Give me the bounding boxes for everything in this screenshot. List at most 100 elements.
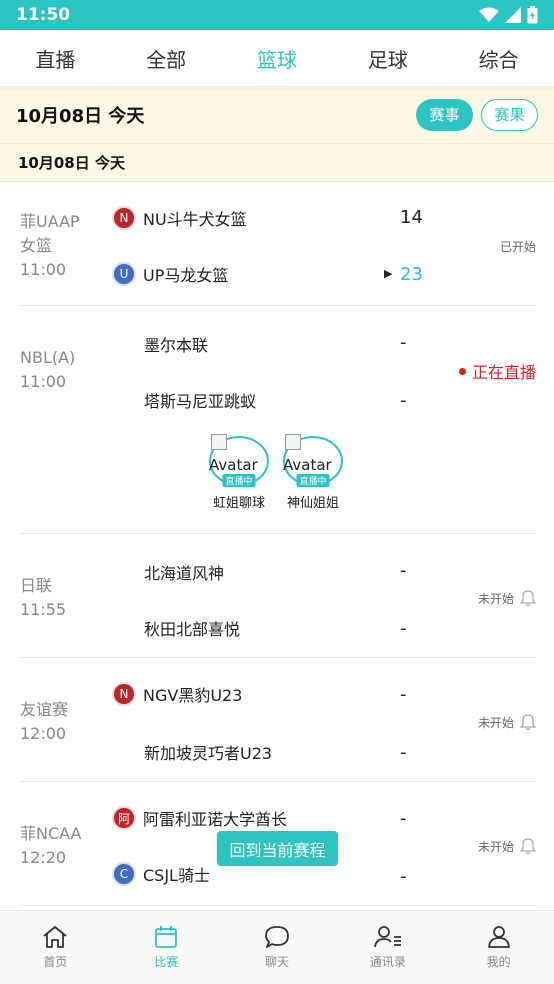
possession-arrow-icon: ▶: [384, 267, 393, 280]
team-badge-icon: 阿: [112, 806, 136, 830]
league-name: 友谊赛: [20, 700, 69, 719]
broken-image-icon: [211, 434, 227, 450]
nav-label: 首页: [43, 955, 68, 969]
tab-basketball[interactable]: 篮球: [222, 30, 333, 86]
status-text: 未开始: [477, 715, 514, 730]
broken-image-icon: [285, 434, 301, 450]
match-item[interactable]: 日联 11:55 北海道风神 秋田北部喜悦 - - 未开始: [20, 534, 536, 658]
home-score: -: [400, 560, 407, 581]
bell-icon[interactable]: [520, 589, 536, 607]
status-bar: 11:50: [0, 0, 554, 30]
match-status: 未开始: [478, 837, 536, 855]
team-name: 阿雷利亚诺大学酋长: [143, 810, 288, 829]
tab-general[interactable]: 综合: [443, 30, 554, 86]
nav-contacts[interactable]: 通讯录: [332, 911, 443, 984]
away-team: 塔斯马尼亚跳蚁: [144, 388, 256, 412]
status-text: 正在直播: [471, 363, 536, 382]
calendar-icon: [155, 926, 178, 948]
avatar-alt-text: Avatar: [283, 456, 332, 474]
bell-icon[interactable]: [520, 837, 536, 855]
bottom-nav: 首页 比赛 聊天 通讯录 我的: [0, 910, 554, 984]
match-time: 12:20: [20, 848, 67, 867]
tab-football[interactable]: 足球: [332, 30, 443, 86]
league-name: NBL(A): [20, 348, 76, 367]
battery-icon: [527, 6, 538, 24]
team-name: NGV黑豹U23: [143, 686, 243, 705]
sport-tabs: 直播 全部 篮球 足球 综合: [0, 30, 554, 86]
anchor-item[interactable]: Avatar 直播中 虹姐聊球: [209, 434, 269, 511]
profile-icon: [487, 926, 510, 948]
home-team: 墨尔本联: [144, 332, 208, 356]
team-name: 新加坡灵巧者U23: [144, 744, 273, 763]
league-name: 日联: [20, 576, 53, 595]
match-list[interactable]: 菲UAAP 女篮 11:00 N NU斗牛犬女篮 U UP马龙女篮 14 ▶ 2…: [0, 182, 554, 908]
results-button[interactable]: 赛果: [481, 98, 538, 131]
away-score: 23: [400, 264, 423, 285]
nav-chat[interactable]: 聊天: [222, 911, 333, 984]
home-score: -: [400, 808, 407, 829]
match-status: 未开始: [478, 589, 536, 607]
home-team: 北海道风神: [144, 560, 224, 584]
anchor-name: 虹姐聊球: [212, 496, 265, 511]
nav-profile[interactable]: 我的: [443, 911, 554, 984]
nav-label: 我的: [486, 955, 511, 969]
away-team: C CSJL骑士: [112, 862, 210, 886]
date-bar: 10月08日 今天 赛事 赛果: [0, 86, 554, 144]
home-team: 阿 阿雷利亚诺大学酋长: [112, 806, 287, 830]
away-score: -: [400, 390, 407, 411]
anchor-item[interactable]: Avatar 直播中 神仙姐姐: [283, 434, 343, 511]
away-score: -: [400, 866, 407, 887]
live-status: 正在直播: [458, 359, 536, 383]
team-name: UP马龙女篮: [143, 266, 229, 285]
chat-icon: [265, 926, 289, 948]
away-score: -: [400, 742, 407, 763]
team-name: NU斗牛犬女篮: [143, 210, 247, 229]
contacts-icon: [373, 926, 401, 948]
home-score: -: [400, 332, 407, 353]
match-item[interactable]: 菲UAAP 女篮 11:00 N NU斗牛犬女篮 U UP马龙女篮 14 ▶ 2…: [20, 182, 536, 306]
avatar[interactable]: Avatar 直播中: [209, 434, 269, 487]
avatar[interactable]: Avatar 直播中: [283, 434, 343, 487]
nav-matches[interactable]: 比赛: [111, 911, 222, 984]
live-dot-icon: [458, 367, 466, 375]
away-team: 秋田北部喜悦: [144, 616, 240, 640]
team-badge-icon: C: [112, 862, 136, 886]
team-name: CSJL骑士: [143, 866, 210, 885]
away-team: 新加坡灵巧者U23: [144, 740, 272, 764]
status-icons: [479, 6, 538, 24]
home-team: N NU斗牛犬女篮: [112, 206, 247, 230]
match-time: 11:00: [20, 372, 67, 391]
avatar-alt-text: Avatar: [209, 456, 258, 474]
match-item[interactable]: NBL(A) 11:00 墨尔本联 塔斯马尼亚跳蚁 - - 正在直播 Avata…: [20, 306, 536, 534]
home-score: -: [400, 684, 407, 705]
team-badge-icon: U: [112, 262, 136, 286]
nav-label: 通讯录: [369, 955, 406, 969]
signal-icon: [505, 7, 521, 23]
match-time: 11:00: [20, 260, 67, 279]
tab-live[interactable]: 直播: [0, 30, 111, 86]
team-badge-icon: N: [112, 206, 136, 230]
match-item[interactable]: 友谊赛 12:00 N NGV黑豹U23 新加坡灵巧者U23 - - 未开始: [20, 658, 536, 782]
home-team: N NGV黑豹U23: [112, 682, 242, 706]
section-date-header: 10月08日 今天: [0, 144, 554, 182]
events-button[interactable]: 赛事: [416, 98, 473, 131]
filter-buttons: 赛事 赛果: [416, 98, 538, 131]
nav-home[interactable]: 首页: [0, 911, 111, 984]
status-time: 11:50: [16, 5, 71, 25]
team-name: 墨尔本联: [144, 336, 209, 355]
tab-all[interactable]: 全部: [111, 30, 222, 86]
wifi-icon: [479, 7, 499, 22]
bell-icon[interactable]: [520, 713, 536, 731]
back-to-current-button[interactable]: 回到当前赛程: [217, 831, 338, 866]
status-text: 未开始: [477, 591, 514, 606]
match-time: 11:55: [20, 600, 67, 619]
match-time: 12:00: [20, 724, 67, 743]
team-name: 塔斯马尼亚跳蚁: [144, 392, 257, 411]
home-score: 14: [400, 207, 423, 228]
date-title[interactable]: 10月08日 今天: [16, 102, 144, 128]
team-name: 北海道风神: [144, 564, 225, 583]
team-name: 秋田北部喜悦: [144, 620, 241, 639]
anchor-name: 神仙姐姐: [286, 496, 339, 511]
nav-label: 聊天: [264, 955, 289, 969]
live-tag: 直播中: [296, 474, 330, 487]
